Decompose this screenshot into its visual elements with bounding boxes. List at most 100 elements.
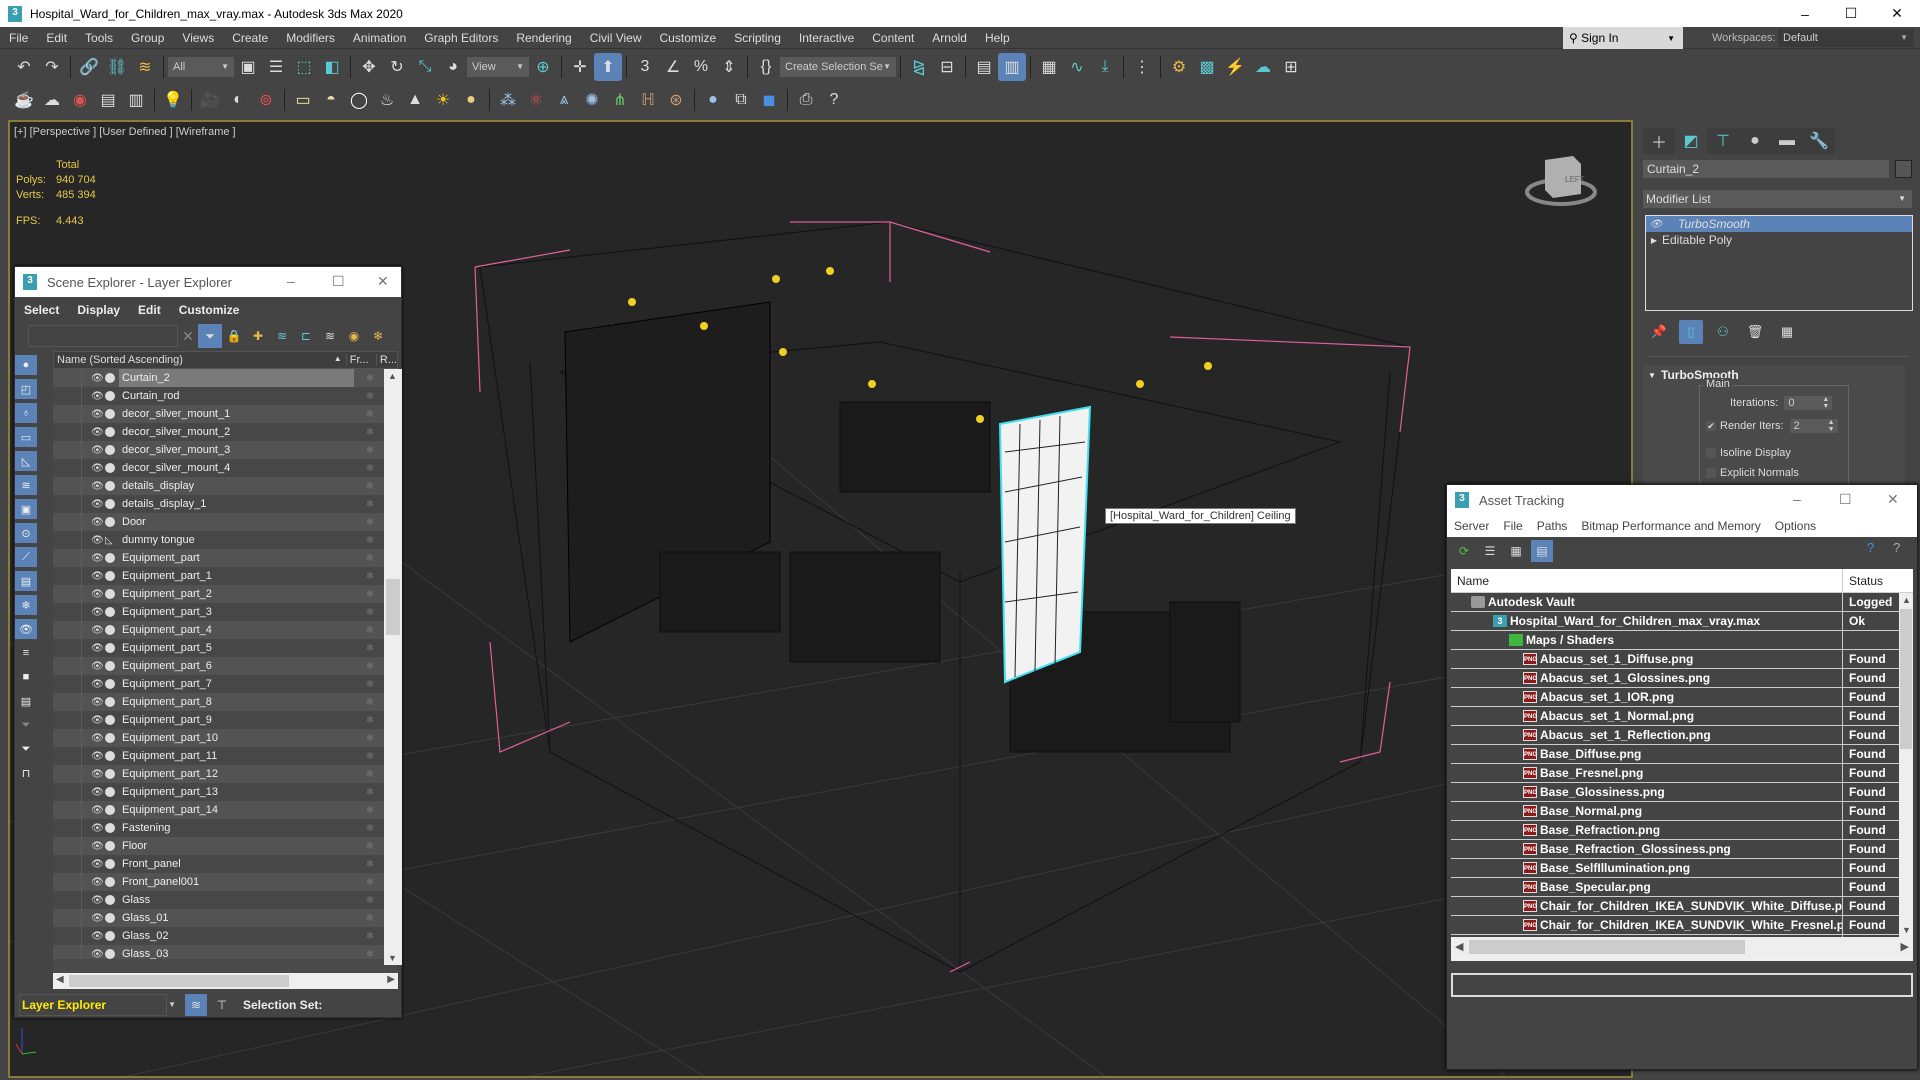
- select-by-name-icon[interactable]: ☰: [262, 53, 290, 81]
- menu-display[interactable]: Display: [68, 303, 129, 317]
- rectangular-selection-icon[interactable]: ⬚: [290, 53, 318, 81]
- list-item[interactable]: 👁 ◺ dummy tongue ❄: [53, 531, 398, 549]
- add-to-layer-icon[interactable]: ≋: [270, 329, 294, 343]
- list-item[interactable]: 👁 Curtain_rod ❄: [53, 387, 398, 405]
- menu-server[interactable]: Server: [1447, 519, 1496, 533]
- light-lister-icon[interactable]: 💡: [159, 86, 187, 114]
- menu-views[interactable]: Views: [173, 31, 223, 45]
- menu-rendering[interactable]: Rendering: [507, 31, 580, 45]
- hierarchy-icon[interactable]: ⊏: [294, 329, 318, 343]
- explorer-type-dropdown[interactable]: Layer Explorer ▼: [19, 994, 176, 1016]
- menu-select[interactable]: Select: [15, 303, 68, 317]
- container-icon[interactable]: ⊓: [15, 763, 37, 783]
- visibility-eye-icon[interactable]: 👁: [91, 697, 105, 708]
- list-item[interactable]: 👁 Curtain_2 ❄: [53, 369, 398, 387]
- menu-scripting[interactable]: Scripting: [725, 31, 790, 45]
- list-item[interactable]: 👁 Front_panel ❄: [53, 855, 398, 873]
- visibility-eye-icon[interactable]: 👁: [91, 895, 105, 906]
- asset-tracking-titlebar[interactable]: 3 Asset Tracking – ☐ ✕: [1447, 485, 1917, 515]
- motion-tab-icon[interactable]: ●: [1739, 128, 1771, 154]
- asset-row[interactable]: PNG Base_SelfIllumination.png Found: [1451, 858, 1899, 878]
- freeze-icon[interactable]: ❄: [354, 715, 386, 726]
- scroll-left-icon[interactable]: ◀: [1455, 940, 1463, 953]
- visibility-eye-icon[interactable]: 👁: [91, 499, 105, 510]
- mirror-icon[interactable]: ⧎: [905, 53, 933, 81]
- asset-row[interactable]: PNG Base_Glossiness.png Found: [1451, 782, 1899, 802]
- freeze-icon[interactable]: ❄: [354, 931, 386, 942]
- move-icon[interactable]: ✥: [355, 53, 383, 81]
- link-icon[interactable]: 🔗: [75, 53, 103, 81]
- plane-light-icon[interactable]: ▭: [289, 86, 317, 114]
- list-item[interactable]: 👁 decor_silver_mount_3 ❄: [53, 441, 398, 459]
- scene-explorer-toggle-icon[interactable]: ▤: [970, 53, 998, 81]
- grass-icon[interactable]: ⋔: [606, 86, 634, 114]
- visibility-eye-icon[interactable]: 👁: [91, 787, 105, 798]
- visibility-eye-icon[interactable]: 👁: [91, 625, 105, 636]
- spinner-arrows-icon[interactable]: ▲ ▼: [1828, 419, 1835, 433]
- menu-graph-editors[interactable]: Graph Editors: [415, 31, 507, 45]
- column-render[interactable]: R...: [377, 354, 397, 366]
- visibility-eye-icon[interactable]: 👁: [91, 679, 105, 690]
- hair-icon[interactable]: ℍ: [634, 86, 662, 114]
- edit-named-selection-icon[interactable]: {}: [752, 53, 780, 81]
- menu-group[interactable]: Group: [122, 31, 173, 45]
- freeze-icon[interactable]: ❄: [354, 823, 386, 834]
- filter-icon[interactable]: ⏷: [15, 739, 37, 759]
- visibility-eye-icon[interactable]: 👁: [91, 553, 105, 564]
- render-iters-checkbox[interactable]: ✔: [1706, 421, 1716, 431]
- snaps-toggle-icon[interactable]: 3: [631, 53, 659, 81]
- list-item[interactable]: 👁 decor_silver_mount_4 ❄: [53, 459, 398, 477]
- teapot-icon[interactable]: ☕: [10, 86, 38, 114]
- visibility-eye-icon[interactable]: 👁: [91, 931, 105, 942]
- percent-snap-icon[interactable]: %: [687, 53, 715, 81]
- schematic-view-icon[interactable]: ⋮: [1128, 53, 1156, 81]
- angle-snap-icon[interactable]: ∠: [659, 53, 687, 81]
- hide-icon[interactable]: ◉: [342, 329, 366, 343]
- help-icon[interactable]: ?: [820, 86, 848, 114]
- freeze-icon[interactable]: ❄: [354, 679, 386, 690]
- remove-modifier-icon[interactable]: 🗑: [1743, 320, 1767, 344]
- select-manipulate-icon[interactable]: ✛: [566, 53, 594, 81]
- spot-light-icon[interactable]: ▲: [401, 86, 429, 114]
- display-xrefs-icon[interactable]: ⊙: [15, 523, 37, 543]
- freeze-icon[interactable]: ❄: [354, 427, 386, 438]
- help-online-icon[interactable]: ?: [1867, 540, 1874, 555]
- pin-stack-icon[interactable]: 📌: [1647, 320, 1671, 344]
- undo-icon[interactable]: ↶: [10, 53, 38, 81]
- place-icon[interactable]: ◕: [439, 53, 467, 81]
- list-view-icon[interactable]: ☰: [1479, 540, 1501, 562]
- close-button[interactable]: ✕: [1874, 0, 1920, 27]
- scrollbar-thumb[interactable]: [69, 975, 289, 987]
- freeze-icon[interactable]: ❄: [354, 661, 386, 672]
- scrollbar-thumb[interactable]: [1900, 609, 1912, 749]
- menu-help[interactable]: Help: [976, 31, 1019, 45]
- list-item[interactable]: 👁 Glass_02 ❄: [53, 927, 398, 945]
- table-view-icon[interactable]: ▤: [1531, 540, 1553, 562]
- display-tab-icon[interactable]: ▬: [1771, 128, 1803, 154]
- ox-icon[interactable]: ⊛: [662, 86, 690, 114]
- visibility-eye-icon[interactable]: 👁: [91, 661, 105, 672]
- asset-row[interactable]: PNG Abacus_set_1_Diffuse.png Found: [1451, 649, 1899, 669]
- freeze-icon[interactable]: ❄: [354, 859, 386, 870]
- rotate-icon[interactable]: ↻: [383, 53, 411, 81]
- list-item[interactable]: 👁 Glass_03 ❄: [53, 945, 398, 959]
- spinner-arrows-icon[interactable]: ▲ ▼: [1822, 396, 1829, 410]
- proxy-icon[interactable]: ⁂: [494, 86, 522, 114]
- menu-animation[interactable]: Animation: [344, 31, 415, 45]
- visibility-eye-icon[interactable]: 👁: [91, 427, 105, 438]
- display-geometry-icon[interactable]: ●: [15, 355, 37, 375]
- list-item[interactable]: 👁 Equipment_part ❄: [53, 549, 398, 567]
- visibility-eye-icon[interactable]: 👁: [91, 733, 105, 744]
- menu-arnold[interactable]: Arnold: [923, 31, 976, 45]
- visibility-eye-icon[interactable]: 👁: [91, 823, 105, 834]
- asset-row[interactable]: PNG Abacus_set_1_Normal.png Found: [1451, 706, 1899, 726]
- search-input[interactable]: [28, 325, 178, 347]
- menu-file[interactable]: File: [0, 31, 37, 45]
- freeze-icon[interactable]: ❄: [354, 499, 386, 510]
- filter-icon[interactable]: ⏷: [198, 324, 222, 348]
- redo-icon[interactable]: ↷: [38, 53, 66, 81]
- sign-in-dropdown[interactable]: ⚲ Sign In ▼: [1563, 27, 1683, 49]
- maximize-button[interactable]: ☐: [1839, 491, 1852, 508]
- column-status[interactable]: Status: [1843, 574, 1883, 588]
- select-object-icon[interactable]: ▣: [234, 53, 262, 81]
